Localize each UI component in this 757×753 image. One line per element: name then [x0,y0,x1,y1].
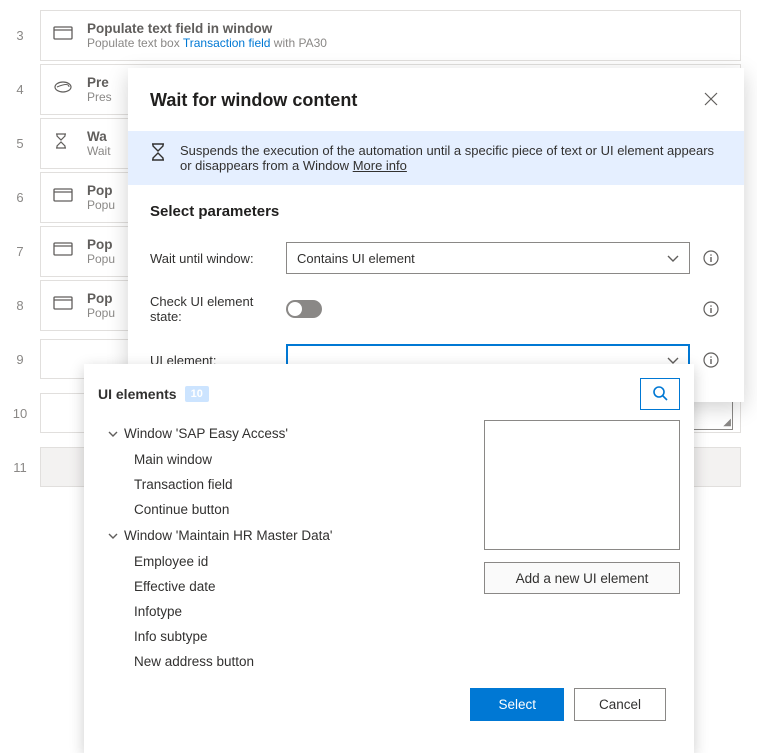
step-subtitle: Populate text box Transaction field with… [87,36,327,50]
check-state-label: Check UI element state: [150,294,286,324]
step-number: 5 [0,136,40,151]
more-info-link[interactable]: More info [353,158,407,173]
step-subtitle: Popu [87,252,115,266]
banner-text: Suspends the execution of the automation… [180,143,714,173]
step-subtitle: Popu [87,198,115,212]
window-icon [53,188,73,207]
wait-until-value: Contains UI element [297,251,415,266]
step-subtitle: Pres [87,90,112,104]
step-subtitle: Popu [87,306,115,320]
tree-item[interactable]: Continue button [98,497,472,522]
window-icon [53,296,73,315]
step-number: 10 [0,406,40,421]
tree-group[interactable]: Window 'Maintain HR Master Data' [98,522,472,549]
section-title: Select parameters [150,203,722,220]
step-number: 8 [0,298,40,313]
tree-item[interactable]: Transaction field [98,472,472,497]
tree-item[interactable]: Employee id [98,549,472,574]
search-button[interactable] [640,378,680,410]
keyboard-icon [53,80,73,99]
window-icon [53,242,73,261]
step-number: 6 [0,190,40,205]
ui-elements-tree: Window 'SAP Easy Access' Main window Tra… [98,420,472,674]
close-icon [704,94,718,109]
window-icon [53,26,73,45]
step-number: 7 [0,244,40,259]
close-button[interactable] [700,88,722,113]
step-title: Populate text field in window [87,21,327,36]
tree-item[interactable]: Effective date [98,574,472,599]
tree-group-label: Window 'Maintain HR Master Data' [124,528,332,543]
info-icon[interactable] [700,250,722,266]
step-title: Pre [87,75,112,90]
step-number: 3 [0,28,40,43]
step-number: 4 [0,82,40,97]
step-title: Wa [87,129,111,144]
tree-group-label: Window 'SAP Easy Access' [124,426,288,441]
wait-until-select[interactable]: Contains UI element [286,242,690,274]
ui-elements-popup: UI elements 10 Window 'SAP Easy Access' … [84,364,694,753]
ui-elements-title: UI elements [98,386,177,402]
ui-elements-count-badge: 10 [185,386,209,402]
chevron-down-icon [108,426,118,441]
tree-item[interactable]: Info subtype [98,624,472,649]
add-ui-element-button[interactable]: Add a new UI element [484,562,680,594]
tree-item[interactable]: New address button [98,649,472,674]
info-banner: Suspends the execution of the automation… [128,131,744,185]
step-row[interactable]: 3 Populate text field in window Populate… [0,8,757,62]
tree-item[interactable]: Main window [98,447,472,472]
select-button[interactable]: Select [470,688,564,721]
hourglass-icon [53,133,73,154]
wait-for-window-dialog: Wait for window content Suspends the exe… [128,68,744,402]
chevron-down-icon [667,251,679,266]
info-icon[interactable] [700,352,722,368]
step-title: Pop [87,183,115,198]
step-subtitle: Wait [87,144,111,158]
hourglass-icon [150,143,166,173]
search-icon [652,385,668,404]
check-state-toggle[interactable] [286,300,322,318]
step-number: 9 [0,352,40,367]
resize-grip-icon: ◢ [723,417,731,428]
dialog-title: Wait for window content [150,90,357,111]
step-number: 11 [0,460,40,475]
chevron-down-icon [108,528,118,543]
cancel-button[interactable]: Cancel [574,688,666,721]
tree-item[interactable]: Infotype [98,599,472,624]
step-title: Pop [87,291,115,306]
info-icon[interactable] [700,301,722,317]
tree-group[interactable]: Window 'SAP Easy Access' [98,420,472,447]
step-title: Pop [87,237,115,252]
ui-element-preview [484,420,680,550]
wait-until-label: Wait until window: [150,251,286,266]
